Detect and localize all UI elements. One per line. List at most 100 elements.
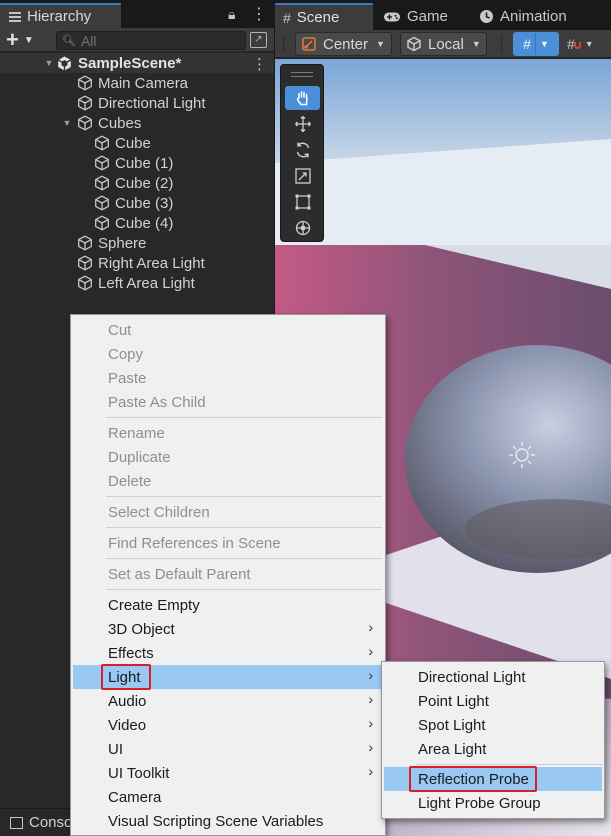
menu-item-label: Effects xyxy=(108,644,154,662)
chevron-down-icon[interactable]: ▼ xyxy=(585,39,594,49)
submenu-item-label: Directional Light xyxy=(418,668,526,686)
console-icon xyxy=(10,816,23,829)
gameobject-icon xyxy=(94,175,110,191)
menu-item-label: Duplicate xyxy=(108,448,171,466)
search-input[interactable] xyxy=(80,32,231,49)
menu-item-video[interactable]: Video › xyxy=(73,713,383,737)
menu-item-find-references[interactable]: Find References in Scene xyxy=(73,531,383,555)
pivot-space-dropdown[interactable]: Local ▼ xyxy=(400,32,487,56)
menu-item-label: Cut xyxy=(108,321,132,339)
tool-palette xyxy=(280,64,324,242)
menu-item-effects[interactable]: Effects › xyxy=(73,641,383,665)
hierarchy-item-label: Directional Light xyxy=(98,94,206,112)
menu-item-create-empty[interactable]: Create Empty xyxy=(73,593,383,617)
menu-item-delete[interactable]: Delete xyxy=(73,469,383,493)
grid-snapping-toggle[interactable]: # ▼ xyxy=(563,32,611,56)
menu-item-paste[interactable]: Paste xyxy=(73,366,383,390)
submenu-item-point-light[interactable]: Point Light xyxy=(384,689,602,713)
menu-item-copy[interactable]: Copy xyxy=(73,342,383,366)
submenu-item-directional-light[interactable]: Directional Light xyxy=(384,665,602,689)
submenu-item-label: Area Light xyxy=(418,740,487,758)
drag-handle-icon[interactable] xyxy=(291,72,313,77)
move-tool-button[interactable] xyxy=(285,112,320,136)
menu-item-3d-object[interactable]: 3D Object › xyxy=(73,617,383,641)
tab-console-label: Conso xyxy=(29,814,73,831)
menu-separator xyxy=(416,764,602,765)
scale-icon xyxy=(294,168,311,184)
search-filter-icon[interactable]: ↗ xyxy=(250,32,267,48)
tab-scene[interactable]: # Scene xyxy=(275,3,373,30)
tab-game[interactable]: Game xyxy=(375,3,469,30)
tab-animation[interactable]: Animation xyxy=(471,3,581,30)
gameobject-icon xyxy=(77,75,93,91)
tab-hierarchy[interactable]: Hierarchy xyxy=(0,3,121,28)
submenu-item-label: Spot Light xyxy=(418,716,486,734)
lock-icon[interactable]: 🔒︎ xyxy=(228,6,235,23)
unity-scene-icon xyxy=(57,56,72,70)
hierarchy-item-right-area-light[interactable]: Right Area Light xyxy=(77,253,205,273)
create-button[interactable]: + ▼ xyxy=(6,29,46,51)
menu-item-select-children[interactable]: Select Children xyxy=(73,500,383,524)
chevron-down-icon[interactable]: ▼ xyxy=(540,39,549,49)
hierarchy-item-cube-2[interactable]: Cube (2) xyxy=(94,173,173,193)
grid-snap-icon: # xyxy=(567,36,581,52)
pivot-center-icon xyxy=(302,37,316,51)
grid-hash-icon: # xyxy=(283,9,291,26)
menu-item-visual-scripting-scene-variables[interactable]: Visual Scripting Scene Variables xyxy=(73,809,383,833)
menu-item-audio[interactable]: Audio › xyxy=(73,689,383,713)
tab-console[interactable]: Conso xyxy=(0,808,80,836)
scale-tool-button[interactable] xyxy=(285,164,320,188)
view-tool-button[interactable] xyxy=(285,86,320,110)
menu-item-label: Find References in Scene xyxy=(108,534,281,552)
hierarchy-item-cube-1[interactable]: Cube (1) xyxy=(94,153,173,173)
menu-separator xyxy=(106,558,382,559)
foldout-expanded-icon[interactable]: ▼ xyxy=(60,118,74,128)
gameobject-icon xyxy=(77,95,93,111)
menu-item-rename[interactable]: Rename xyxy=(73,421,383,445)
hierarchy-item-label: Cubes xyxy=(98,114,142,132)
rotate-tool-button[interactable] xyxy=(285,138,320,162)
pivot-mode-dropdown[interactable]: Center ▼ xyxy=(295,32,392,56)
menu-item-label: Delete xyxy=(108,472,152,490)
chevron-right-icon: › xyxy=(368,691,373,707)
hierarchy-toolbar: + ▼ 🔍︎ ↗ xyxy=(0,28,274,52)
menu-item-cut[interactable]: Cut xyxy=(73,318,383,342)
scene-menu-icon[interactable]: ⋮ xyxy=(252,55,267,73)
hierarchy-item-main-camera[interactable]: Main Camera xyxy=(77,73,188,93)
menu-item-paste-as-child[interactable]: Paste As Child xyxy=(73,390,383,414)
menu-item-label: Visual Scripting Scene Variables xyxy=(108,812,324,830)
foldout-expanded-icon[interactable]: ▼ xyxy=(42,58,56,68)
more-options-icon[interactable]: ⋮ xyxy=(251,4,267,24)
hierarchy-item-sphere[interactable]: Sphere xyxy=(77,233,146,253)
scene-root-item[interactable]: ▼ SampleScene* xyxy=(42,53,182,73)
transform-tool-button[interactable] xyxy=(285,216,320,240)
hierarchy-item-left-area-light[interactable]: Left Area Light xyxy=(77,273,195,293)
hierarchy-item-label: Main Camera xyxy=(98,74,189,92)
submenu-item-light-probe-group[interactable]: Light Probe Group xyxy=(384,791,602,815)
menu-separator xyxy=(106,496,382,497)
hierarchy-item-directional-light[interactable]: Directional Light xyxy=(77,93,206,113)
gameobject-icon xyxy=(94,195,110,211)
menu-item-ui[interactable]: UI › xyxy=(73,737,383,761)
grid-visibility-toggle[interactable]: # ▼ xyxy=(513,32,559,56)
menu-separator xyxy=(106,417,382,418)
gameobject-icon xyxy=(77,275,93,291)
menu-item-label: Paste As Child xyxy=(108,393,206,411)
menu-item-set-default-parent[interactable]: Set as Default Parent xyxy=(73,562,383,586)
hierarchy-item-cube-4[interactable]: Cube (4) xyxy=(94,213,173,233)
scene-tab-bar: # Scene Game Animation xyxy=(275,0,611,30)
menu-item-ui-toolkit[interactable]: UI Toolkit › xyxy=(73,761,383,785)
hierarchy-item-cube[interactable]: Cube xyxy=(94,133,151,153)
menu-item-label: Paste xyxy=(108,369,147,387)
rect-tool-button[interactable] xyxy=(285,190,320,214)
submenu-item-spot-light[interactable]: Spot Light xyxy=(384,713,602,737)
hierarchy-search[interactable]: 🔍︎ xyxy=(56,31,246,50)
callout-highlight-reflection-probe xyxy=(409,766,537,792)
submenu-item-area-light[interactable]: Area Light xyxy=(384,737,602,761)
hierarchy-item-cube-3[interactable]: Cube (3) xyxy=(94,193,173,213)
menu-item-duplicate[interactable]: Duplicate xyxy=(73,445,383,469)
menu-item-camera[interactable]: Camera xyxy=(73,785,383,809)
hierarchy-item-label: Cube (4) xyxy=(115,214,174,232)
gameobject-icon xyxy=(77,235,93,251)
hierarchy-item-cubes[interactable]: ▼ Cubes xyxy=(60,113,142,133)
